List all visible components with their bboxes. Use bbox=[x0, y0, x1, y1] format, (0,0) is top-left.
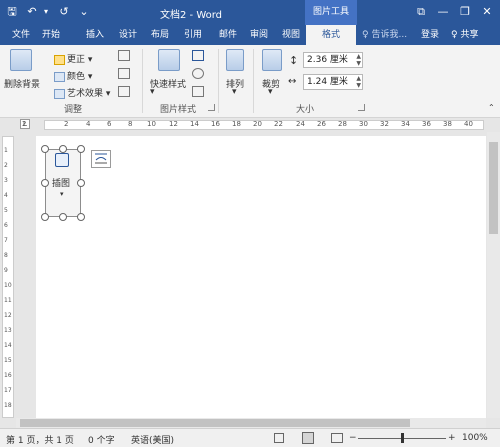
word-count[interactable]: 0 个字 bbox=[88, 433, 115, 446]
status-bar: 第 1 页，共 1 页 0 个字 英语(美国) − + 100% bbox=[0, 428, 500, 447]
ribbon-tabs: 文件 开始 插入 设计 布局 引用 邮件 审阅 视图 格式 ♀ 告诉我... 登… bbox=[0, 25, 500, 45]
collapse-ribbon-icon[interactable]: ⌃ bbox=[488, 103, 495, 112]
resize-handle-se[interactable] bbox=[77, 213, 85, 221]
page-count[interactable]: 第 1 页，共 1 页 bbox=[6, 433, 74, 446]
close-button[interactable]: ✕ bbox=[476, 4, 498, 20]
remove-background-button[interactable]: 删除背景 bbox=[4, 77, 40, 90]
picture-dropdown-icon: ▾ bbox=[60, 190, 64, 198]
shape-height-icon: ↕ bbox=[289, 54, 299, 67]
language-indicator[interactable]: 英语(美国) bbox=[131, 433, 174, 446]
resize-handle-ne[interactable] bbox=[77, 145, 85, 153]
online-picture-icon bbox=[55, 153, 69, 167]
tab-design[interactable]: 设计 bbox=[113, 25, 143, 45]
remove-background-icon[interactable] bbox=[10, 49, 32, 71]
picture-styles-group-label: 图片样式 bbox=[160, 105, 197, 115]
picture-layout-icon[interactable] bbox=[192, 86, 204, 97]
resize-handle-e[interactable] bbox=[77, 179, 85, 187]
artistic-effects-button[interactable]: 艺术效果 ▾ bbox=[54, 86, 110, 99]
artistic-effects-icon bbox=[54, 88, 65, 99]
layout-options-button[interactable] bbox=[91, 150, 111, 168]
web-layout-icon[interactable] bbox=[331, 433, 343, 443]
zoom-out-button[interactable]: − bbox=[349, 433, 357, 443]
restore-button[interactable]: ❐ bbox=[454, 4, 476, 20]
resize-handle-n[interactable] bbox=[59, 145, 67, 153]
size-group-label: 大小 bbox=[296, 105, 315, 115]
scrollbar-thumb[interactable] bbox=[489, 142, 498, 234]
picture-tools-label: 图片工具 bbox=[305, 0, 357, 25]
ribbon: 删除背景 更正 ▾ 颜色 ▾ 艺术效果 ▾ 调整 快速样式 ▾ 图片样式 排列 … bbox=[0, 45, 500, 118]
zoom-in-button[interactable]: + bbox=[448, 433, 456, 443]
quick-styles-button[interactable]: 快速样式 bbox=[150, 77, 186, 90]
shape-height-input[interactable]: 2.36 厘米 ▲ ▼ bbox=[303, 52, 363, 68]
tab-references[interactable]: 引用 bbox=[178, 25, 208, 45]
shape-width-icon: ↔ bbox=[288, 76, 297, 87]
corrections-button[interactable]: 更正 ▾ bbox=[54, 52, 92, 65]
corrections-icon bbox=[54, 54, 65, 65]
tab-insert[interactable]: 插入 bbox=[80, 25, 110, 45]
quick-styles-icon[interactable] bbox=[158, 49, 180, 71]
vertical-ruler: 1 2 3 4 5 6 7 8 9 10 11 12 13 14 15 16 1… bbox=[2, 136, 14, 418]
horizontal-scrollbar[interactable] bbox=[16, 418, 486, 428]
tab-layout[interactable]: 布局 bbox=[145, 25, 175, 45]
share-button[interactable]: ♀ 共享 bbox=[451, 25, 478, 45]
crop-icon[interactable] bbox=[262, 49, 282, 71]
tell-me-placeholder: 告诉我... bbox=[371, 30, 408, 40]
sign-in-link[interactable]: 登录 bbox=[421, 25, 439, 45]
horizontal-ruler: L 2 2 4 6 8 10 12 14 16 18 20 22 24 26 2… bbox=[0, 118, 500, 132]
resize-handle-s[interactable] bbox=[59, 213, 67, 221]
lightbulb-icon: ♀ bbox=[362, 30, 369, 40]
tab-format[interactable]: 格式 bbox=[306, 25, 356, 45]
zoom-slider-thumb[interactable] bbox=[401, 433, 404, 443]
picture-border-icon[interactable] bbox=[192, 50, 204, 61]
tell-me-search[interactable]: ♀ 告诉我... bbox=[362, 25, 407, 45]
change-picture-icon[interactable] bbox=[118, 68, 130, 79]
scrollbar-thumb[interactable] bbox=[20, 419, 410, 427]
zoom-level[interactable]: 100% bbox=[462, 433, 488, 443]
undo-dropdown-icon[interactable]: ▾ bbox=[38, 4, 54, 20]
tab-view[interactable]: 视图 bbox=[276, 25, 306, 45]
picture-effects-icon[interactable] bbox=[192, 68, 204, 79]
color-button[interactable]: 颜色 ▾ bbox=[54, 69, 92, 82]
group-divider bbox=[142, 49, 143, 113]
read-mode-icon[interactable] bbox=[274, 433, 284, 443]
save-icon[interactable]: 🖫 bbox=[4, 4, 20, 20]
customize-qat-icon[interactable]: ⌄ bbox=[76, 4, 92, 20]
document-area bbox=[16, 132, 486, 426]
reset-picture-icon[interactable] bbox=[118, 86, 130, 97]
compress-pictures-icon[interactable] bbox=[118, 50, 130, 61]
document-page[interactable] bbox=[36, 136, 486, 426]
title-bar: 🖫 ↶ ▾ ↺ ⌄ 文档2 - Word 图片工具 ⧉ — ❐ ✕ bbox=[0, 0, 500, 25]
picture-styles-launcher-icon[interactable] bbox=[208, 104, 215, 111]
tab-home[interactable]: 开始 bbox=[36, 25, 66, 45]
vertical-scrollbar[interactable] bbox=[487, 132, 500, 418]
tab-file[interactable]: 文件 bbox=[6, 25, 36, 45]
shape-width-input[interactable]: 1.24 厘米 ▲ ▼ bbox=[303, 74, 363, 90]
print-layout-icon[interactable] bbox=[302, 432, 314, 444]
layout-options-icon bbox=[95, 153, 107, 164]
redo-icon[interactable]: ↺ bbox=[56, 4, 72, 20]
resize-handle-w[interactable] bbox=[41, 179, 49, 187]
tab-review[interactable]: 审阅 bbox=[244, 25, 274, 45]
minimize-button[interactable]: — bbox=[432, 4, 454, 20]
group-divider bbox=[253, 49, 254, 113]
resize-handle-sw[interactable] bbox=[41, 213, 49, 221]
arrange-icon[interactable] bbox=[226, 49, 244, 71]
tab-mailings[interactable]: 邮件 bbox=[213, 25, 243, 45]
size-launcher-icon[interactable] bbox=[358, 104, 365, 111]
ribbon-display-options-icon[interactable]: ⧉ bbox=[410, 4, 432, 20]
group-divider bbox=[218, 49, 219, 113]
picture-label: 插图 bbox=[52, 179, 71, 189]
share-label: 共享 bbox=[460, 30, 479, 40]
resize-handle-nw[interactable] bbox=[41, 145, 49, 153]
person-icon: ♀ bbox=[451, 30, 458, 40]
adjust-group-label: 调整 bbox=[64, 105, 83, 115]
color-icon bbox=[54, 71, 65, 82]
window-title: 文档2 - Word bbox=[160, 10, 223, 21]
